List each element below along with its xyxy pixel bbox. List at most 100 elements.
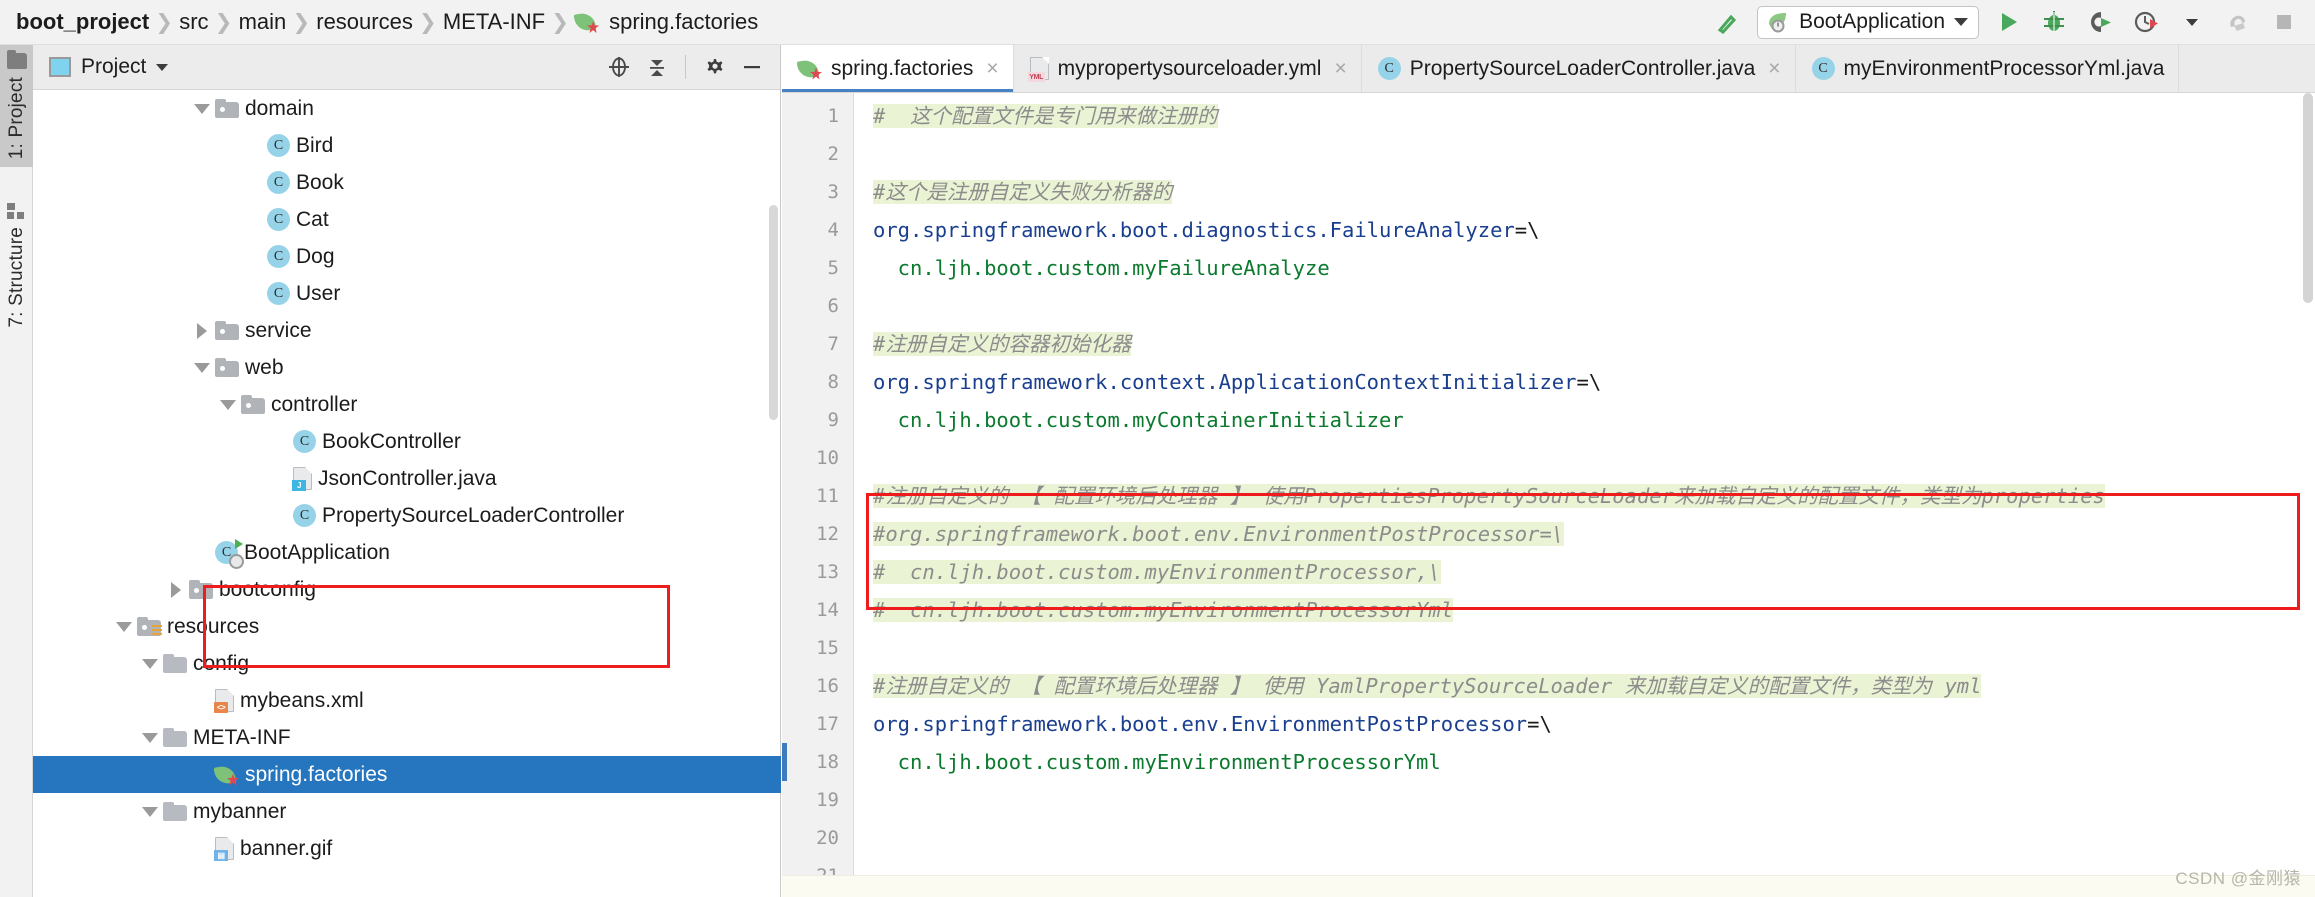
breadcrumb-item-main[interactable]: main [237,11,289,33]
line-number: 16 [816,675,839,697]
code-line[interactable]: #注册自定义的 【 配置环境后处理器 】 使用 YamlPropertySour… [855,667,1982,705]
code-line[interactable] [855,439,873,477]
image-file-icon: ▤ [214,837,234,861]
editor-code[interactable]: # 这个配置文件是专门用来做注册的 #这个是注册自定义失败分析器的 org.spri… [855,93,2315,897]
line-number: 15 [816,637,839,659]
code-token: #org.springframework.boot.env.Environmen… [873,522,1565,546]
tree-item-domain[interactable]: domain [33,90,781,127]
debug-button[interactable] [2037,5,2071,39]
tree-item-user[interactable]: C User [33,275,781,312]
gear-icon[interactable] [698,51,730,83]
line-number: 14 [816,599,839,621]
editor-body[interactable]: 123456789101112131415161718192021 # 这个配置… [782,93,2315,897]
chevron-down-icon[interactable] [137,732,163,743]
chevron-down-icon[interactable] [137,806,163,817]
breadcrumb-label: src [179,9,209,34]
run-button[interactable] [1991,5,2025,39]
chevron-down-icon[interactable] [189,103,215,114]
code-line[interactable]: org.springframework.boot.env.Environment… [855,705,1552,743]
code-line[interactable]: cn.ljh.boot.custom.myFailureAnalyze [855,249,1330,287]
breadcrumb-item-meta-inf[interactable]: META-INF [441,11,547,33]
tree-item-cat[interactable]: C Cat [33,201,781,238]
minimize-icon[interactable] [736,51,768,83]
breadcrumb-item-boot-project[interactable]: boot_project [14,11,151,33]
tree-item-config[interactable]: config [33,645,781,682]
tree-item-bootconfig[interactable]: bootconfig [33,571,781,608]
tree-item-bootapplication[interactable]: C BootApplication [33,534,781,571]
code-line[interactable]: # 这个配置文件是专门用来做注册的 [855,97,1218,135]
chevron-down-icon[interactable] [156,63,169,71]
tree-item-mybeans-xml[interactable]: <> mybeans.xml [33,682,781,719]
chevron-down-icon[interactable] [137,658,163,669]
spring-class-icon: C [215,539,244,569]
chevron-down-icon[interactable] [1954,18,1968,26]
profiler-button[interactable] [2129,5,2163,39]
line-number: 10 [816,447,839,469]
code-line[interactable]: #这个是注册自定义失败分析器的 [855,173,1173,211]
code-token: # cn.ljh.boot.custom.myEnvironmentProces… [873,560,1441,584]
code-line[interactable]: #org.springframework.boot.env.Environmen… [855,515,1565,553]
sidebar-item-structure[interactable]: 7: Structure [0,195,33,336]
code-line[interactable]: #注册自定义的 【 配置环境后处理器 】 使用PropertiesPropert… [855,477,2105,515]
code-line[interactable]: cn.ljh.boot.custom.myContainerInitialize… [855,401,1404,439]
breadcrumb-item-spring-factories[interactable]: spring.factories [573,11,760,33]
build-icon[interactable] [1711,5,1745,39]
run-configuration-selector[interactable]: BootApplication [1757,5,1979,39]
sidebar-item-project[interactable]: 1: Project [0,45,33,168]
tree-item-resources[interactable]: resources [33,608,781,645]
chevron-right-icon[interactable] [163,581,189,598]
code-line[interactable]: cn.ljh.boot.custom.myEnvironmentProcesso… [855,743,1441,781]
editor-tab-myenvironmentprocessoryml-java[interactable]: CmyEnvironmentProcessorYml.java [1796,45,2180,92]
tree-item-dog[interactable]: C Dog [33,238,781,275]
tree-item-label: mybanner [193,799,287,823]
tree-item-banner-gif[interactable]: ▤ banner.gif [33,830,781,867]
code-line[interactable]: org.springframework.boot.diagnostics.Fai… [855,211,1539,249]
editor-gutter[interactable]: 123456789101112131415161718192021 [782,93,854,897]
tree-item-propertysourceloadercontroller[interactable]: C PropertySourceLoaderController [33,497,781,534]
chevron-down-icon[interactable] [189,362,215,373]
close-icon[interactable]: × [986,58,998,79]
editor-scrollbar[interactable] [2303,93,2313,303]
stop-button[interactable] [2267,5,2301,39]
tree-item-bird[interactable]: C Bird [33,127,781,164]
code-line[interactable]: # cn.ljh.boot.custom.myEnvironmentProces… [855,591,1454,629]
code-line[interactable] [855,135,873,173]
tree-item-service[interactable]: service [33,312,781,349]
editor-tab-spring-factories[interactable]: spring.factories × [782,45,1014,92]
chevron-down-icon[interactable] [215,399,241,410]
project-tree[interactable]: domain C Bird C Book C Cat C Dog C User service web c… [33,90,781,897]
tree-item-meta-inf[interactable]: META-INF [33,719,781,756]
collapse-all-icon[interactable] [641,51,673,83]
tree-item-jsoncontroller-java[interactable]: J JsonController.java [33,460,781,497]
code-line[interactable] [855,629,873,667]
code-token: #这个是注册自定义失败分析器的 [873,180,1173,204]
close-icon[interactable]: × [1768,58,1780,79]
code-line[interactable] [855,781,873,819]
profiler-dropdown[interactable] [2175,5,2209,39]
tree-item-controller[interactable]: controller [33,386,781,423]
tree-item-mybanner[interactable]: mybanner [33,793,781,830]
attach-debugger-button[interactable] [2221,5,2255,39]
editor-tab-mypropertysourceloader-yml[interactable]: YML mypropertysourceloader.yml × [1014,45,1362,92]
code-line[interactable] [855,819,873,857]
breadcrumb-item-resources[interactable]: resources [314,11,415,33]
tree-item-label: config [193,651,250,675]
run-with-coverage-button[interactable] [2083,5,2117,39]
code-line[interactable] [855,287,873,325]
project-tree-scrollbar[interactable] [769,205,778,420]
line-number: 6 [827,295,839,317]
tree-item-spring-factories[interactable]: spring.factories [33,756,781,793]
tree-item-book[interactable]: C Book [33,164,781,201]
code-line[interactable]: #注册自定义的容器初始化器 [855,325,1132,363]
breadcrumb-item-src[interactable]: src [177,11,210,33]
tree-item-web[interactable]: web [33,349,781,386]
code-token: #注册自定义的容器初始化器 [873,332,1132,356]
tree-item-bookcontroller[interactable]: C BookController [33,423,781,460]
code-line[interactable]: org.springframework.context.ApplicationC… [855,363,1601,401]
target-icon[interactable] [603,51,635,83]
chevron-down-icon[interactable] [111,621,137,632]
code-line[interactable]: # cn.ljh.boot.custom.myEnvironmentProces… [855,553,1441,591]
editor-tab-propertysourceloadercontroller-java[interactable]: C PropertySourceLoaderController.java × [1362,45,1796,92]
chevron-right-icon[interactable] [189,322,215,339]
close-icon[interactable]: × [1334,58,1346,79]
